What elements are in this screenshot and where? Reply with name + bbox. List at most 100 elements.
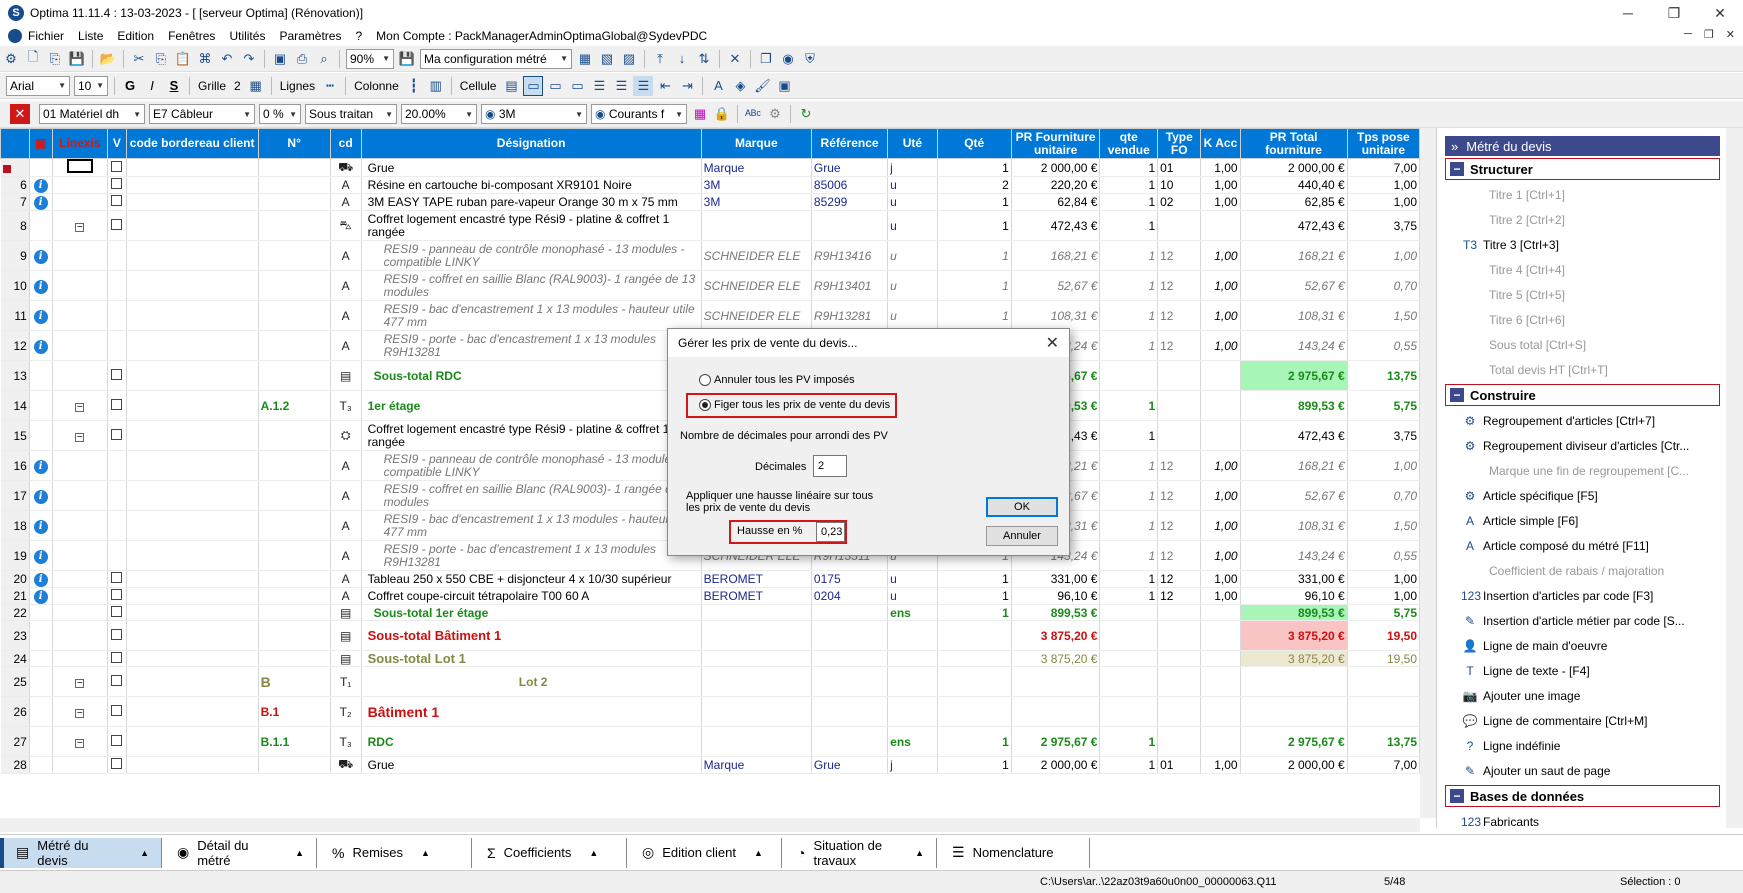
table-row[interactable]: 24 ▤ Sous-total Lot 13 875,20 €3 875,20 €1…	[0, 650, 1420, 667]
designation-cell[interactable]: RESI9 - panneau de contrôle monophasé - …	[361, 240, 702, 271]
print-preview-icon[interactable]: ⌕	[314, 49, 334, 69]
row-number[interactable]: 22	[0, 604, 30, 621]
panel-item[interactable]: T Ligne de texte - [F4]	[1437, 658, 1726, 683]
ok-button[interactable]: OK	[986, 497, 1058, 517]
header-pdf[interactable]: ▣	[28, 128, 53, 159]
ute-cell[interactable]: u	[887, 240, 938, 271]
type-fo-cell[interactable]	[1157, 360, 1202, 391]
type-fo-cell[interactable]: 12	[1157, 270, 1202, 301]
percent-select[interactable]: 0 % ▼	[259, 104, 301, 124]
checkbox[interactable]	[111, 398, 123, 410]
marque-cell[interactable]: Marque	[701, 158, 812, 177]
rate-select[interactable]: 20.00% ▼	[401, 104, 477, 124]
tab-nomenclature[interactable]: ☰ Nomenclature	[940, 837, 1090, 868]
numero-cell[interactable]: B	[258, 666, 331, 697]
tps-pose-cell[interactable]: 1,00	[1347, 193, 1420, 211]
cell-border-icon-3[interactable]: ▭	[567, 76, 587, 96]
row-number[interactable]: 19	[0, 540, 30, 571]
grid-icon[interactable]: ▦	[246, 76, 266, 96]
info-cell[interactable]: i	[29, 176, 53, 194]
windows-icon[interactable]: ❐	[756, 49, 776, 69]
v-checkbox-cell[interactable]	[107, 540, 127, 571]
tree-cell[interactable]	[52, 650, 109, 667]
v-checkbox-cell[interactable]	[107, 650, 127, 667]
tps-pose-cell[interactable]: 7,00	[1347, 756, 1420, 774]
code-bordereau-cell[interactable]	[126, 510, 259, 541]
tab-edition-client[interactable]: ◎ Edition client ▲	[630, 837, 782, 868]
qte-vendue-cell[interactable]: 1	[1099, 270, 1159, 301]
k-acc-cell[interactable]: 1,00	[1200, 540, 1241, 571]
v-checkbox-cell[interactable]	[107, 176, 127, 194]
info-icon[interactable]: i	[33, 519, 48, 534]
panel-item[interactable]: 💬 Ligne de commentaire [Ctrl+M]	[1437, 708, 1726, 733]
cd-cell[interactable]: T₂	[330, 696, 362, 727]
code-bordereau-cell[interactable]	[126, 620, 259, 651]
chevron-up-icon[interactable]: ▲	[754, 848, 763, 858]
panel-section-structurer[interactable]: − Structurer	[1445, 158, 1720, 180]
cd-cell[interactable]: A	[330, 300, 362, 331]
type-fo-cell[interactable]: 02	[1157, 193, 1202, 211]
radio-cancel-pv[interactable]: Annuler tous les PV imposés	[699, 374, 855, 386]
info-cell[interactable]: i	[29, 450, 53, 481]
marque-cell[interactable]	[701, 666, 812, 697]
cut-icon[interactable]: ✂	[129, 49, 149, 69]
designation-cell[interactable]: 1er étage	[361, 390, 702, 421]
panel-header[interactable]: » Métré du devis	[1445, 136, 1720, 156]
row-number[interactable]: 23	[0, 620, 30, 651]
type-fo-cell[interactable]: 01	[1157, 756, 1202, 774]
collapse-icon[interactable]: −	[75, 222, 85, 232]
v-checkbox-cell[interactable]	[107, 450, 127, 481]
qte-vendue-cell[interactable]	[1099, 604, 1159, 621]
minimize-icon[interactable]: ─	[1605, 0, 1651, 26]
numero-cell[interactable]	[258, 756, 331, 774]
cd-cell[interactable]: T₁	[330, 666, 362, 697]
k-acc-cell[interactable]: 1,00	[1200, 300, 1241, 331]
reference-cell[interactable]: 85006	[811, 176, 889, 194]
row-number[interactable]: 27	[0, 726, 30, 757]
qte-vendue-cell[interactable]: 1	[1099, 756, 1159, 774]
collapse-icon[interactable]: −	[75, 708, 85, 718]
ute-cell[interactable]: u	[887, 300, 938, 331]
reference-cell[interactable]	[811, 650, 889, 667]
table-row[interactable]: 27− B.1.1 T₃ RDC ens 1 2 975,67 €1 2 975,67 €13…	[0, 726, 1420, 757]
cd-cell[interactable]: ⛭	[330, 420, 362, 451]
tree-cell[interactable]	[52, 360, 109, 391]
numero-cell[interactable]: B.1.1	[258, 726, 331, 757]
designation-cell[interactable]: Sous-total 1er étage	[361, 604, 702, 621]
pr-fourniture-cell[interactable]: 899,53 €	[1011, 604, 1101, 621]
type-fo-cell[interactable]: 12	[1157, 540, 1202, 571]
numero-cell[interactable]	[258, 570, 331, 588]
info-cell[interactable]	[29, 158, 53, 177]
info-cell[interactable]: i	[29, 587, 53, 605]
k-acc-cell[interactable]: 1,00	[1200, 756, 1241, 774]
ute-cell[interactable]: u	[887, 176, 938, 194]
qte-vendue-cell[interactable]: 1	[1099, 176, 1159, 194]
cd-cell[interactable]: A	[330, 240, 362, 271]
move-down-icon[interactable]: ↓	[672, 49, 692, 69]
tab-situation-de-travaux[interactable]: ◔ Situation de travaux ▲	[785, 837, 937, 868]
numero-cell[interactable]: B.1	[258, 696, 331, 727]
header-designation[interactable]: Désignation	[360, 128, 702, 159]
ute-cell[interactable]: u	[887, 193, 938, 211]
chevron-up-icon[interactable]: ▲	[915, 848, 924, 858]
header-linexis[interactable]: Linexis	[51, 128, 109, 159]
reference-cell[interactable]: 0175	[811, 570, 889, 588]
tree-cell[interactable]	[52, 604, 109, 621]
table-row[interactable]: 28 ⛟ Grue Marque Grue j 1 2 000,00 €1 01 1,00 2 00…	[0, 756, 1420, 774]
code-bordereau-cell[interactable]	[126, 570, 259, 588]
v-checkbox-cell[interactable]	[107, 620, 127, 651]
marque-cell[interactable]: SCHNEIDER ELE	[701, 300, 812, 331]
ute-cell[interactable]: u	[887, 587, 938, 605]
qte-cell[interactable]: 1	[937, 756, 1012, 774]
checkbox[interactable]	[111, 589, 123, 600]
tps-pose-cell[interactable]: 1,00	[1347, 587, 1420, 605]
chevron-up-icon[interactable]: ▲	[589, 848, 598, 858]
redo-icon[interactable]: ↷	[239, 49, 259, 69]
marque-cell[interactable]: 3M	[701, 193, 812, 211]
pr-fourniture-cell[interactable]: 108,31 €	[1011, 300, 1101, 331]
designation-cell[interactable]: Lot 2	[361, 666, 702, 697]
qte-vendue-cell[interactable]: 1	[1099, 390, 1159, 421]
collapse-icon[interactable]: −	[1450, 388, 1464, 402]
header-k-acc[interactable]: K Acc	[1200, 128, 1241, 159]
numero-cell[interactable]	[258, 510, 331, 541]
